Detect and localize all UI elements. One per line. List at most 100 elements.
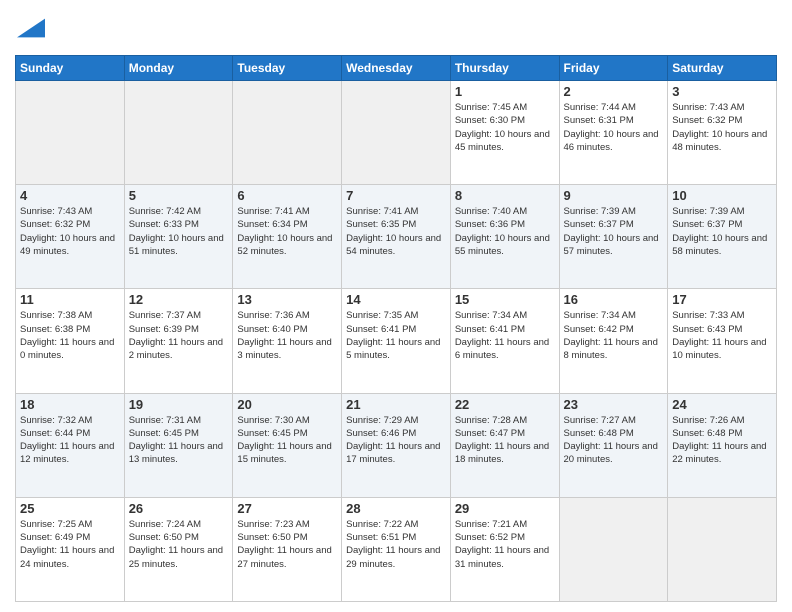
day-number: 4 (20, 188, 120, 203)
day-number: 24 (672, 397, 772, 412)
day-number: 16 (564, 292, 664, 307)
calendar-cell: 27Sunrise: 7:23 AM Sunset: 6:50 PM Dayli… (233, 497, 342, 601)
day-number: 17 (672, 292, 772, 307)
day-number: 15 (455, 292, 555, 307)
day-header-tuesday: Tuesday (233, 56, 342, 81)
week-row-4: 25Sunrise: 7:25 AM Sunset: 6:49 PM Dayli… (16, 497, 777, 601)
day-info: Sunrise: 7:33 AM Sunset: 6:43 PM Dayligh… (672, 309, 772, 362)
calendar-cell (342, 81, 451, 185)
day-number: 12 (129, 292, 229, 307)
day-number: 7 (346, 188, 446, 203)
day-number: 28 (346, 501, 446, 516)
day-info: Sunrise: 7:32 AM Sunset: 6:44 PM Dayligh… (20, 414, 120, 467)
header (15, 10, 777, 47)
day-info: Sunrise: 7:26 AM Sunset: 6:48 PM Dayligh… (672, 414, 772, 467)
day-info: Sunrise: 7:39 AM Sunset: 6:37 PM Dayligh… (672, 205, 772, 258)
calendar-cell: 6Sunrise: 7:41 AM Sunset: 6:34 PM Daylig… (233, 185, 342, 289)
calendar-cell (559, 497, 668, 601)
day-number: 2 (564, 84, 664, 99)
day-info: Sunrise: 7:31 AM Sunset: 6:45 PM Dayligh… (129, 414, 229, 467)
calendar-cell: 21 Sunrise: 7:29 AM Sunset: 6:46 PM Dayli… (342, 393, 451, 497)
calendar-cell: 25Sunrise: 7:25 AM Sunset: 6:49 PM Dayli… (16, 497, 125, 601)
day-number: 10 (672, 188, 772, 203)
day-number: 9 (564, 188, 664, 203)
calendar-cell: 1Sunrise: 7:45 AM Sunset: 6:30 PM Daylig… (450, 81, 559, 185)
calendar-cell: 13Sunrise: 7:36 AM Sunset: 6:40 PM Dayli… (233, 289, 342, 393)
page: SundayMondayTuesdayWednesdayThursdayFrid… (0, 0, 792, 612)
day-number: 26 (129, 501, 229, 516)
day-header-thursday: Thursday (450, 56, 559, 81)
calendar: SundayMondayTuesdayWednesdayThursdayFrid… (15, 55, 777, 602)
day-info: Sunrise: 7:40 AM Sunset: 6:36 PM Dayligh… (455, 205, 555, 258)
day-info: Sunrise: 7:29 AM Sunset: 6:46 PM Dayligh… (346, 414, 446, 467)
header-row: SundayMondayTuesdayWednesdayThursdayFrid… (16, 56, 777, 81)
calendar-cell: 20 Sunrise: 7:30 AM Sunset: 6:45 PM Dayli… (233, 393, 342, 497)
day-info: Sunrise: 7:21 AM Sunset: 6:52 PM Dayligh… (455, 518, 555, 571)
day-info: Sunrise: 7:42 AM Sunset: 6:33 PM Dayligh… (129, 205, 229, 258)
day-number: 11 (20, 292, 120, 307)
day-info: Sunrise: 7:43 AM Sunset: 6:32 PM Dayligh… (20, 205, 120, 258)
calendar-cell: 12 Sunrise: 7:37 AM Sunset: 6:39 PM Dayli… (124, 289, 233, 393)
calendar-cell: 14 Sunrise: 7:35 AM Sunset: 6:41 PM Dayli… (342, 289, 451, 393)
day-header-friday: Friday (559, 56, 668, 81)
day-number: 6 (237, 188, 337, 203)
calendar-cell: 29 Sunrise: 7:21 AM Sunset: 6:52 PM Dayli… (450, 497, 559, 601)
day-header-saturday: Saturday (668, 56, 777, 81)
calendar-cell: 2 Sunrise: 7:44 AM Sunset: 6:31 PM Daylig… (559, 81, 668, 185)
calendar-cell: 23 Sunrise: 7:27 AM Sunset: 6:48 PM Dayli… (559, 393, 668, 497)
day-header-monday: Monday (124, 56, 233, 81)
week-row-1: 4 Sunrise: 7:43 AM Sunset: 6:32 PM Daylig… (16, 185, 777, 289)
calendar-cell (233, 81, 342, 185)
calendar-cell: 11 Sunrise: 7:38 AM Sunset: 6:38 PM Dayli… (16, 289, 125, 393)
day-number: 21 (346, 397, 446, 412)
week-row-0: 1Sunrise: 7:45 AM Sunset: 6:30 PM Daylig… (16, 81, 777, 185)
day-number: 27 (237, 501, 337, 516)
calendar-cell: 5 Sunrise: 7:42 AM Sunset: 6:33 PM Daylig… (124, 185, 233, 289)
calendar-cell: 18 Sunrise: 7:32 AM Sunset: 6:44 PM Dayli… (16, 393, 125, 497)
day-info: Sunrise: 7:44 AM Sunset: 6:31 PM Dayligh… (564, 101, 664, 154)
day-info: Sunrise: 7:34 AM Sunset: 6:42 PM Dayligh… (564, 309, 664, 362)
day-number: 22 (455, 397, 555, 412)
calendar-cell: 28 Sunrise: 7:22 AM Sunset: 6:51 PM Dayli… (342, 497, 451, 601)
calendar-cell: 8Sunrise: 7:40 AM Sunset: 6:36 PM Daylig… (450, 185, 559, 289)
calendar-cell: 9 Sunrise: 7:39 AM Sunset: 6:37 PM Daylig… (559, 185, 668, 289)
day-number: 14 (346, 292, 446, 307)
day-info: Sunrise: 7:41 AM Sunset: 6:35 PM Dayligh… (346, 205, 446, 258)
calendar-cell: 24 Sunrise: 7:26 AM Sunset: 6:48 PM Dayli… (668, 393, 777, 497)
calendar-cell (668, 497, 777, 601)
day-number: 1 (455, 84, 555, 99)
calendar-cell: 4 Sunrise: 7:43 AM Sunset: 6:32 PM Daylig… (16, 185, 125, 289)
day-number: 29 (455, 501, 555, 516)
day-number: 18 (20, 397, 120, 412)
day-number: 5 (129, 188, 229, 203)
day-info: Sunrise: 7:43 AM Sunset: 6:32 PM Dayligh… (672, 101, 772, 154)
day-number: 20 (237, 397, 337, 412)
day-number: 19 (129, 397, 229, 412)
calendar-cell: 19 Sunrise: 7:31 AM Sunset: 6:45 PM Dayli… (124, 393, 233, 497)
day-info: Sunrise: 7:24 AM Sunset: 6:50 PM Dayligh… (129, 518, 229, 571)
calendar-cell: 22 Sunrise: 7:28 AM Sunset: 6:47 PM Dayli… (450, 393, 559, 497)
day-info: Sunrise: 7:39 AM Sunset: 6:37 PM Dayligh… (564, 205, 664, 258)
logo-icon (17, 14, 45, 42)
calendar-cell: 15 Sunrise: 7:34 AM Sunset: 6:41 PM Dayli… (450, 289, 559, 393)
calendar-cell: 26 Sunrise: 7:24 AM Sunset: 6:50 PM Dayli… (124, 497, 233, 601)
day-info: Sunrise: 7:34 AM Sunset: 6:41 PM Dayligh… (455, 309, 555, 362)
calendar-cell: 17 Sunrise: 7:33 AM Sunset: 6:43 PM Dayli… (668, 289, 777, 393)
calendar-cell (16, 81, 125, 185)
day-number: 3 (672, 84, 772, 99)
logo (15, 14, 45, 47)
day-info: Sunrise: 7:22 AM Sunset: 6:51 PM Dayligh… (346, 518, 446, 571)
calendar-body: 1Sunrise: 7:45 AM Sunset: 6:30 PM Daylig… (16, 81, 777, 602)
day-number: 13 (237, 292, 337, 307)
day-info: Sunrise: 7:28 AM Sunset: 6:47 PM Dayligh… (455, 414, 555, 467)
day-info: Sunrise: 7:37 AM Sunset: 6:39 PM Dayligh… (129, 309, 229, 362)
day-info: Sunrise: 7:27 AM Sunset: 6:48 PM Dayligh… (564, 414, 664, 467)
day-number: 23 (564, 397, 664, 412)
calendar-cell: 7 Sunrise: 7:41 AM Sunset: 6:35 PM Daylig… (342, 185, 451, 289)
calendar-cell: 10 Sunrise: 7:39 AM Sunset: 6:37 PM Dayli… (668, 185, 777, 289)
week-row-3: 18 Sunrise: 7:32 AM Sunset: 6:44 PM Dayli… (16, 393, 777, 497)
day-info: Sunrise: 7:30 AM Sunset: 6:45 PM Dayligh… (237, 414, 337, 467)
day-info: Sunrise: 7:25 AM Sunset: 6:49 PM Dayligh… (20, 518, 120, 571)
day-info: Sunrise: 7:35 AM Sunset: 6:41 PM Dayligh… (346, 309, 446, 362)
day-info: Sunrise: 7:38 AM Sunset: 6:38 PM Dayligh… (20, 309, 120, 362)
